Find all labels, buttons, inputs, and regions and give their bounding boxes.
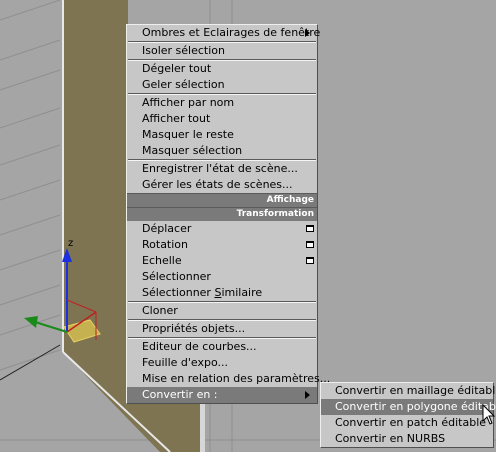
menu-item-viewport-shadows[interactable]: Ombres et Eclairages de fenêtre — [127, 25, 321, 41]
menu-item-unfreeze-all[interactable]: Dégeler tout — [127, 61, 317, 77]
menu-item-label: Rotation — [142, 238, 189, 251]
menu-item-select[interactable]: Sélectionner — [127, 269, 317, 285]
submenu-item-nurbs[interactable]: Convertir en NURBS — [321, 431, 493, 447]
submenu-arrow-icon — [305, 391, 310, 399]
menu-item-convert-to[interactable]: Convertir en : — [127, 387, 317, 403]
menu-item-dope-sheet[interactable]: Feuille d'expo... — [127, 355, 317, 371]
submenu-arrow-icon — [305, 29, 310, 37]
mouse-cursor-icon — [482, 404, 496, 425]
submenu-item-editable-patch[interactable]: Convertir en patch éditable — [321, 415, 493, 431]
menu-item-label: Gérer les états de scènes... — [142, 178, 293, 191]
menu-item-label: Isoler sélection — [142, 44, 225, 57]
gizmo-z-label: z — [68, 238, 74, 249]
settings-box-icon[interactable] — [306, 225, 314, 232]
settings-box-icon[interactable] — [306, 257, 314, 264]
menu-item-label: Afficher tout — [142, 112, 211, 125]
quad-menu: Ombres et Eclairages de fenêtre Isoler s… — [126, 24, 330, 404]
menu-item-hide-unselected[interactable]: Masquer le reste — [127, 127, 317, 143]
menu-item-label: Propriétés objets... — [142, 322, 246, 335]
menu-item-curve-editor[interactable]: Editeur de courbes... — [127, 339, 317, 355]
menu-item-select-similar[interactable]: Sélectionner Similaire — [127, 285, 317, 301]
settings-box-icon[interactable] — [306, 241, 314, 248]
submenu-item-label: Convertir en polygone éditable — [335, 400, 496, 413]
menu-item-clone[interactable]: Cloner — [127, 303, 317, 319]
menu-item-object-properties[interactable]: Propriétés objets... — [127, 321, 317, 337]
menu-header-transform: Transformation — [127, 207, 317, 221]
menu-item-label: Geler sélection — [142, 78, 225, 91]
menu-item-label: Echelle — [142, 254, 182, 267]
submenu-item-editable-mesh[interactable]: Convertir en maillage éditable — [321, 383, 496, 399]
menu-item-label-prefix: Sélectionner — [142, 286, 215, 299]
menu-item-label: Enregistrer l'état de scène... — [142, 162, 298, 175]
menu-item-move[interactable]: Déplacer — [127, 221, 317, 237]
submenu-item-label: Convertir en maillage éditable — [335, 384, 496, 397]
menu-item-label-rest: imilaire — [221, 286, 263, 299]
menu-item-label: Dégeler tout — [142, 62, 212, 75]
convert-submenu: Convertir en maillage éditable Convertir… — [320, 382, 496, 448]
menu-item-save-scene-state[interactable]: Enregistrer l'état de scène... — [127, 161, 317, 177]
submenu-item-label: Convertir en NURBS — [335, 432, 446, 445]
menu-item-freeze-selection[interactable]: Geler sélection — [127, 77, 317, 93]
menu-header-display: Affichage — [127, 193, 317, 207]
menu-item-label: Masquer sélection — [142, 144, 243, 157]
menu-item-rotate[interactable]: Rotation — [127, 237, 317, 253]
submenu-item-editable-poly[interactable]: Convertir en polygone éditable — [321, 399, 496, 415]
menu-item-scale[interactable]: Echelle — [127, 253, 317, 269]
menu-item-manage-scene-states[interactable]: Gérer les états de scènes... — [127, 177, 317, 193]
menu-item-label: Convertir en : — [142, 388, 218, 401]
menu-item-label: Mise en relation des paramètres... — [142, 372, 331, 385]
menu-item-label: Masquer le reste — [142, 128, 234, 141]
menu-item-hide-selection[interactable]: Masquer sélection — [127, 143, 317, 159]
menu-item-label: Déplacer — [142, 222, 192, 235]
menu-item-wire-parameters[interactable]: Mise en relation des paramètres... — [127, 371, 330, 387]
menu-item-unhide-by-name[interactable]: Afficher par nom — [127, 95, 317, 111]
menu-item-label: Cloner — [142, 304, 178, 317]
menu-item-label: Feuille d'expo... — [142, 356, 228, 369]
menu-item-label: Editeur de courbes... — [142, 340, 257, 353]
submenu-item-label: Convertir en patch éditable — [335, 416, 487, 429]
menu-item-isolate-selection[interactable]: Isoler sélection — [127, 43, 317, 59]
menu-item-unhide-all[interactable]: Afficher tout — [127, 111, 317, 127]
menu-item-label: Ombres et Eclairages de fenêtre — [142, 26, 321, 39]
menu-item-label: Afficher par nom — [142, 96, 235, 109]
menu-item-label: Sélectionner — [142, 270, 211, 283]
